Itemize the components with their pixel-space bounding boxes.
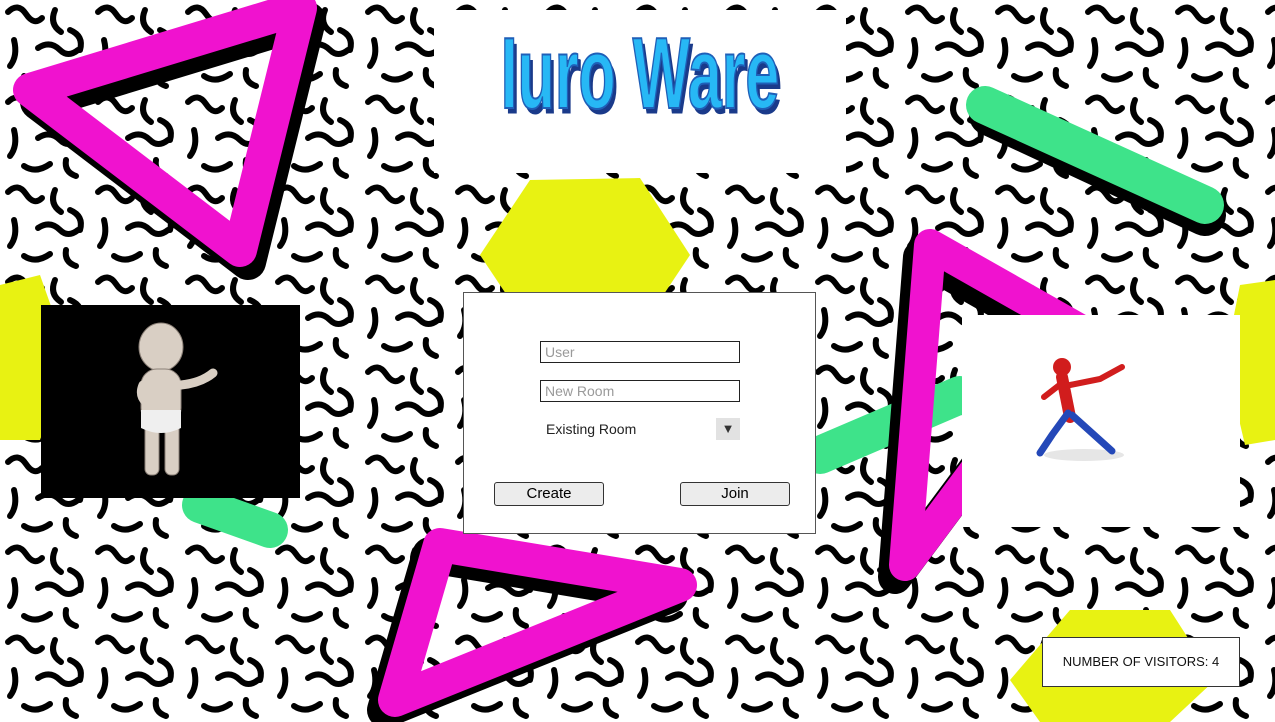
visitor-counter: NUMBER OF VISITORS: 4	[1042, 637, 1240, 687]
dancing-baby-image	[41, 305, 300, 498]
existing-room-select[interactable]: Existing Room ▼	[540, 418, 740, 440]
page: Iuro Ware Iuro Ware Existing Room ▼ Cre	[0, 0, 1275, 722]
room-form: Existing Room ▼ Create Join	[463, 292, 816, 534]
create-button[interactable]: Create	[494, 482, 604, 506]
existing-room-select-value: Existing Room	[546, 421, 637, 437]
new-room-input[interactable]	[540, 380, 740, 402]
join-button[interactable]: Join	[680, 482, 790, 506]
dancing-spiderman-image	[962, 315, 1240, 527]
user-input[interactable]	[540, 341, 740, 363]
logo-panel: Iuro Ware Iuro Ware	[434, 10, 846, 173]
dropdown-arrow-icon[interactable]: ▼	[716, 418, 740, 440]
logo-wordart: Iuro Ware Iuro Ware	[500, 15, 783, 135]
logo-text: Iuro Ware	[501, 16, 780, 130]
